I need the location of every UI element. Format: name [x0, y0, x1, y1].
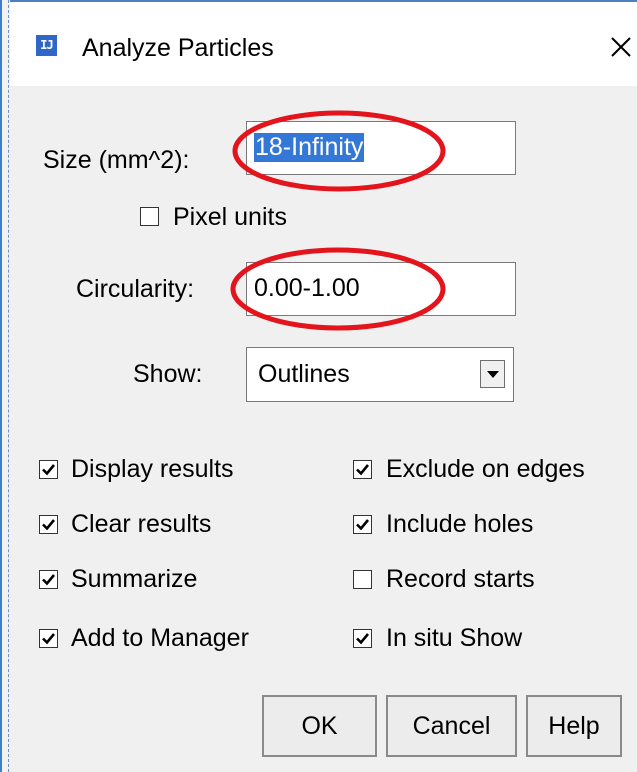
display-results-checkbox[interactable] [39, 460, 58, 479]
exclude-on-edges-label: Exclude on edges [386, 455, 585, 483]
pixel-units-checkbox[interactable] [140, 207, 159, 226]
chevron-down-icon[interactable] [480, 360, 505, 388]
summarize-checkbox[interactable] [39, 570, 58, 589]
ok-button[interactable]: OK [262, 695, 377, 757]
size-value: 18-Infinity [254, 133, 365, 162]
show-dropdown[interactable]: Outlines [246, 347, 514, 402]
include-holes-label: Include holes [386, 510, 534, 538]
clear-results-label: Clear results [71, 510, 212, 538]
in-situ-show-checkbox[interactable] [353, 629, 372, 648]
help-button[interactable]: Help [526, 695, 622, 757]
checkmark-icon [42, 519, 56, 531]
add-to-manager-checkbox[interactable] [39, 629, 58, 648]
checkmark-icon [42, 633, 56, 645]
in-situ-show-label: In situ Show [386, 624, 523, 652]
circularity-label: Circularity: [76, 275, 195, 303]
checkmark-icon [356, 633, 370, 645]
imagej-app-icon: IJ [36, 35, 57, 56]
pixel-units-label: Pixel units [173, 203, 287, 231]
circularity-input[interactable]: 0.00-1.00 [246, 262, 516, 316]
analyze-particles-dialog: IJ Analyze Particles Size (mm^2): 18-Inf… [0, 0, 637, 772]
show-selected-value: Outlines [258, 360, 350, 388]
checkmark-icon [356, 464, 370, 476]
include-holes-checkbox[interactable] [353, 515, 372, 534]
checkmark-icon [356, 519, 370, 531]
record-starts-checkbox[interactable] [353, 570, 372, 589]
checkmark-icon [42, 464, 56, 476]
display-results-label: Display results [71, 455, 234, 483]
cancel-button[interactable]: Cancel [386, 695, 517, 757]
add-to-manager-label: Add to Manager [71, 624, 249, 652]
close-button[interactable] [603, 28, 637, 64]
circularity-value: 0.00-1.00 [254, 274, 360, 302]
window-title: Analyze Particles [82, 34, 274, 62]
size-input[interactable]: 18-Infinity [246, 121, 516, 175]
size-label: Size (mm^2): [43, 146, 190, 174]
checkmark-icon [42, 574, 56, 586]
window-border [0, 0, 9, 772]
show-label: Show: [133, 360, 203, 388]
summarize-label: Summarize [71, 565, 198, 593]
exclude-on-edges-checkbox[interactable] [353, 460, 372, 479]
clear-results-checkbox[interactable] [39, 515, 58, 534]
record-starts-label: Record starts [386, 565, 535, 593]
close-icon [611, 37, 631, 57]
title-bar[interactable]: IJ Analyze Particles [10, 0, 637, 86]
